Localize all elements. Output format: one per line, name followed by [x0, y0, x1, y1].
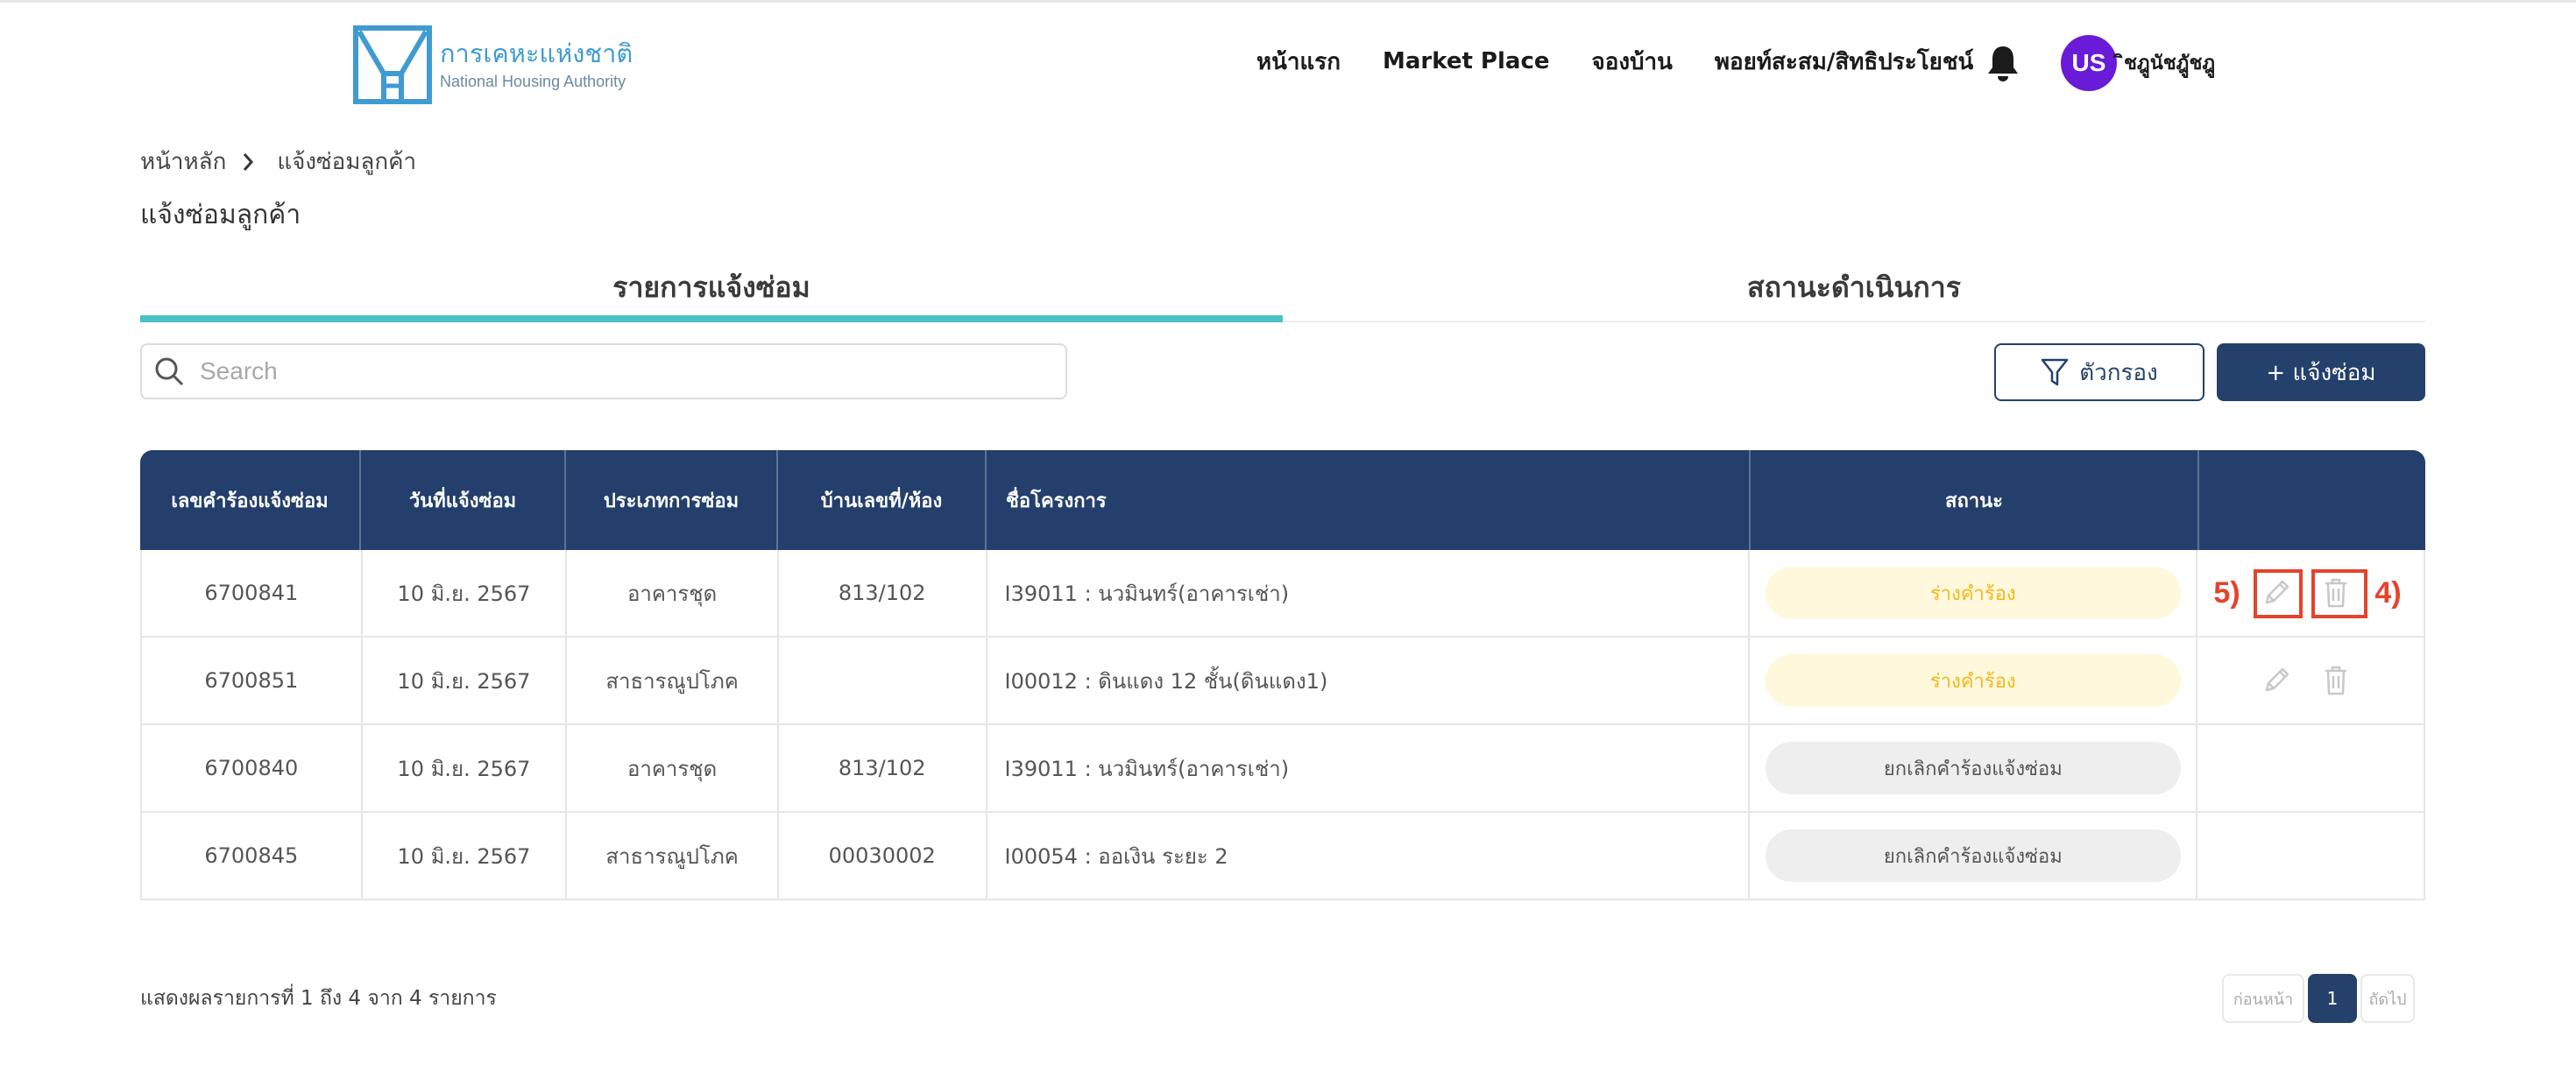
- search-box: [140, 343, 1067, 399]
- cell-status: ร่างคำร้อง: [1750, 550, 2198, 636]
- brand-name-en: National Housing Authority: [440, 73, 626, 90]
- filter-label: ตัวกรอง: [2079, 359, 2158, 386]
- cell-unit: 00030002: [779, 813, 987, 899]
- cell-date: 10 มิ.ย. 2567: [363, 725, 568, 811]
- table-header: เลขคำร้องแจ้งซ่อม วันที่แจ้งซ่อม ประเภทก…: [140, 450, 2425, 550]
- tab-repair-list[interactable]: รายการแจ้งซ่อม: [140, 254, 1283, 322]
- page-1-button[interactable]: 1: [2308, 974, 2357, 1023]
- table-row[interactable]: 6700851 10 มิ.ย. 2567 สาธารณูปโภค I00012 : …: [140, 638, 2425, 725]
- cell-unit: [779, 638, 987, 723]
- nav-market-place[interactable]: Market Place: [1383, 48, 1550, 74]
- edit-highlight-box: [2254, 569, 2304, 618]
- next-page-button[interactable]: ถัดไป: [2360, 974, 2415, 1023]
- header-date: วันที่แจ้งซ่อม: [361, 450, 566, 550]
- delete-annotation-label: 4): [2374, 576, 2402, 610]
- cell-repair-type: อาคารชุด: [567, 550, 779, 636]
- cell-actions: 5) 4): [2197, 550, 2424, 636]
- header-actions: [2199, 450, 2425, 550]
- add-repair-button[interactable]: + แจ้งซ่อม: [2217, 343, 2425, 401]
- cell-request-no: 6700841: [142, 550, 363, 636]
- avatar[interactable]: US: [2061, 35, 2117, 91]
- search-input[interactable]: [200, 357, 1041, 385]
- cell-repair-type: สาธารณูปโภค: [567, 638, 779, 723]
- delete-highlight-box: [2311, 569, 2368, 618]
- user-name[interactable]: ิชฎูนัชฎูัชฎู: [2124, 47, 2215, 78]
- cell-request-no: 6700845: [142, 813, 363, 899]
- cell-status: ยกเลิกคำร้องแจ้งซ่อม: [1750, 725, 2198, 811]
- search-icon: [155, 357, 184, 386]
- cell-project: I39011 : นวมินทร์(อาคารเช่า): [987, 550, 1751, 636]
- breadcrumb-current: แจ้งซ่อมลูกค้า: [277, 149, 417, 175]
- cell-status: ร่างคำร้อง: [1750, 638, 2198, 723]
- cell-status: ยกเลิกคำร้องแจ้งซ่อม: [1750, 813, 2198, 899]
- nav-points-benefits[interactable]: พอยท์สะสม/สิทธิประโยชน์: [1715, 44, 1973, 80]
- cell-unit: 813/102: [779, 550, 987, 636]
- cell-repair-type: สาธารณูปโภค: [567, 813, 779, 899]
- pagination: ก่อนหน้า 1 ถัดไป: [2222, 974, 2415, 1023]
- status-badge: ยกเลิกคำร้องแจ้งซ่อม: [1765, 829, 2181, 882]
- cell-project: I00054 : ออเงิน ระยะ 2: [987, 813, 1751, 899]
- header-status: สถานะ: [1751, 450, 2199, 550]
- cell-date: 10 มิ.ย. 2567: [363, 813, 568, 899]
- cell-date: 10 มิ.ย. 2567: [363, 638, 568, 723]
- table-row[interactable]: 6700840 10 มิ.ย. 2567 อาคารชุด 813/102 I3901…: [140, 725, 2425, 813]
- brand-name-th: การเคหะแห่งชาติ: [440, 39, 633, 68]
- status-badge: ยกเลิกคำร้องแจ้งซ่อม: [1765, 742, 2181, 794]
- bell-icon[interactable]: [1985, 44, 2020, 82]
- cell-repair-type: อาคารชุด: [567, 725, 779, 811]
- cell-project: I00012 : ดินแดง 12 ชั้น(ดินแดง1): [987, 638, 1751, 723]
- nav-booking[interactable]: จองบ้าน: [1592, 44, 1673, 80]
- delete-trash-icon[interactable]: [2320, 663, 2352, 698]
- table-row[interactable]: 6700841 10 มิ.ย. 2567 อาคารชุด 813/102 I3901…: [140, 550, 2425, 638]
- tab-bar: รายการแจ้งซ่อม สถานะดำเนินการ: [140, 254, 2425, 322]
- status-badge: ร่างคำร้อง: [1765, 567, 2181, 619]
- edit-pencil-icon[interactable]: [2261, 663, 2292, 698]
- cell-actions: [2197, 725, 2424, 811]
- header: การเคหะแห่งชาติ National Housing Authori…: [0, 0, 2576, 123]
- tab-status[interactable]: สถานะดำเนินการ: [1283, 254, 2425, 321]
- page-title: แจ้งซ่อมลูกค้า: [140, 200, 301, 230]
- cell-unit: 813/102: [779, 725, 987, 811]
- nha-logo[interactable]: การเคหะแห่งชาติ National Housing Authori…: [352, 25, 633, 105]
- cell-request-no: 6700840: [142, 725, 363, 811]
- breadcrumb-home[interactable]: หน้าหลัก: [140, 144, 226, 180]
- header-unit: บ้านเลขที่/ห้อง: [778, 450, 987, 550]
- nav-home[interactable]: หน้าแรก: [1256, 44, 1341, 80]
- cell-date: 10 มิ.ย. 2567: [363, 550, 568, 636]
- breadcrumb: หน้าหลัก แจ้งซ่อมลูกค้า: [140, 144, 416, 180]
- table-body: 6700841 10 มิ.ย. 2567 อาคารชุด 813/102 I3901…: [140, 550, 2425, 900]
- chevron-right-icon: [244, 152, 254, 171]
- header-request-no: เลขคำร้องแจ้งซ่อม: [140, 450, 361, 550]
- table-row[interactable]: 6700845 10 มิ.ย. 2567 สาธารณูปโภค 00030002 I…: [140, 813, 2425, 900]
- cell-request-no: 6700851: [142, 638, 363, 723]
- cell-project: I39011 : นวมินทร์(อาคารเช่า): [987, 725, 1751, 811]
- repair-table: เลขคำร้องแจ้งซ่อม วันที่แจ้งซ่อม ประเภทก…: [140, 450, 2425, 900]
- cell-actions: [2197, 638, 2424, 723]
- nha-logo-icon: [353, 25, 432, 104]
- cell-actions: [2197, 813, 2424, 899]
- header-project: ชื่อโครงการ: [987, 450, 1751, 550]
- edit-annotation-label: 5): [2213, 576, 2240, 610]
- main-nav: หน้าแรก Market Place จองบ้าน พอยท์สะสม/ส…: [1256, 40, 2015, 82]
- results-summary: แสดงผลรายการที่ 1 ถึง 4 จาก 4 รายการ: [140, 987, 497, 1010]
- prev-page-button[interactable]: ก่อนหน้า: [2222, 974, 2304, 1023]
- header-repair-type: ประเภทการซ่อม: [566, 450, 778, 550]
- filter-button[interactable]: ตัวกรอง: [1994, 343, 2204, 401]
- filter-icon: [2041, 358, 2069, 386]
- status-badge: ร่างคำร้อง: [1765, 654, 2181, 707]
